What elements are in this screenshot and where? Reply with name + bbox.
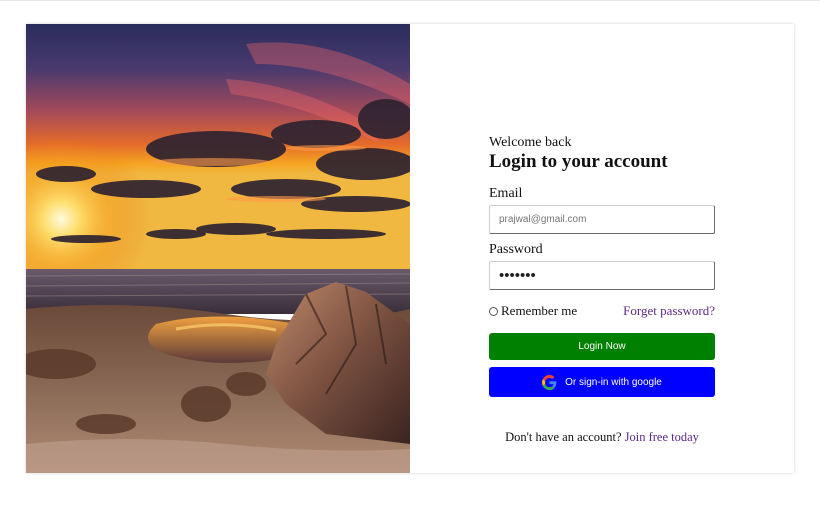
google-button-label: Or sign-in with google	[565, 376, 662, 388]
signup-prompt: Don't have an account? Join free today	[410, 430, 794, 445]
login-button[interactable]: Login Now	[489, 333, 715, 360]
email-field[interactable]	[489, 205, 715, 234]
remember-row: Remember me Forget password?	[489, 303, 715, 319]
remember-me-label: Remember me	[501, 303, 578, 318]
page-title: Login to your account	[489, 151, 668, 172]
login-form: Welcome back Login to your account Email…	[489, 136, 715, 397]
password-field[interactable]	[489, 261, 715, 290]
login-panel: Welcome back Login to your account Email…	[410, 24, 794, 473]
top-border	[0, 0, 820, 1]
login-button-label: Login Now	[578, 341, 626, 352]
google-signin-button[interactable]: Or sign-in with google	[489, 367, 715, 397]
sunset-beach-photo	[26, 24, 410, 473]
remember-me-option[interactable]: Remember me	[489, 303, 577, 319]
welcome-text: Welcome back	[489, 135, 572, 150]
forgot-password-link[interactable]: Forget password?	[623, 303, 715, 319]
login-card: Welcome back Login to your account Email…	[26, 24, 794, 473]
hero-image	[26, 24, 410, 473]
password-label: Password	[489, 242, 543, 257]
google-g-icon	[542, 374, 557, 390]
email-label: Email	[489, 186, 523, 201]
join-free-link[interactable]: Join free today	[625, 430, 699, 444]
signup-text: Don't have an account?	[505, 430, 622, 444]
radio-unchecked-icon[interactable]	[489, 306, 498, 316]
